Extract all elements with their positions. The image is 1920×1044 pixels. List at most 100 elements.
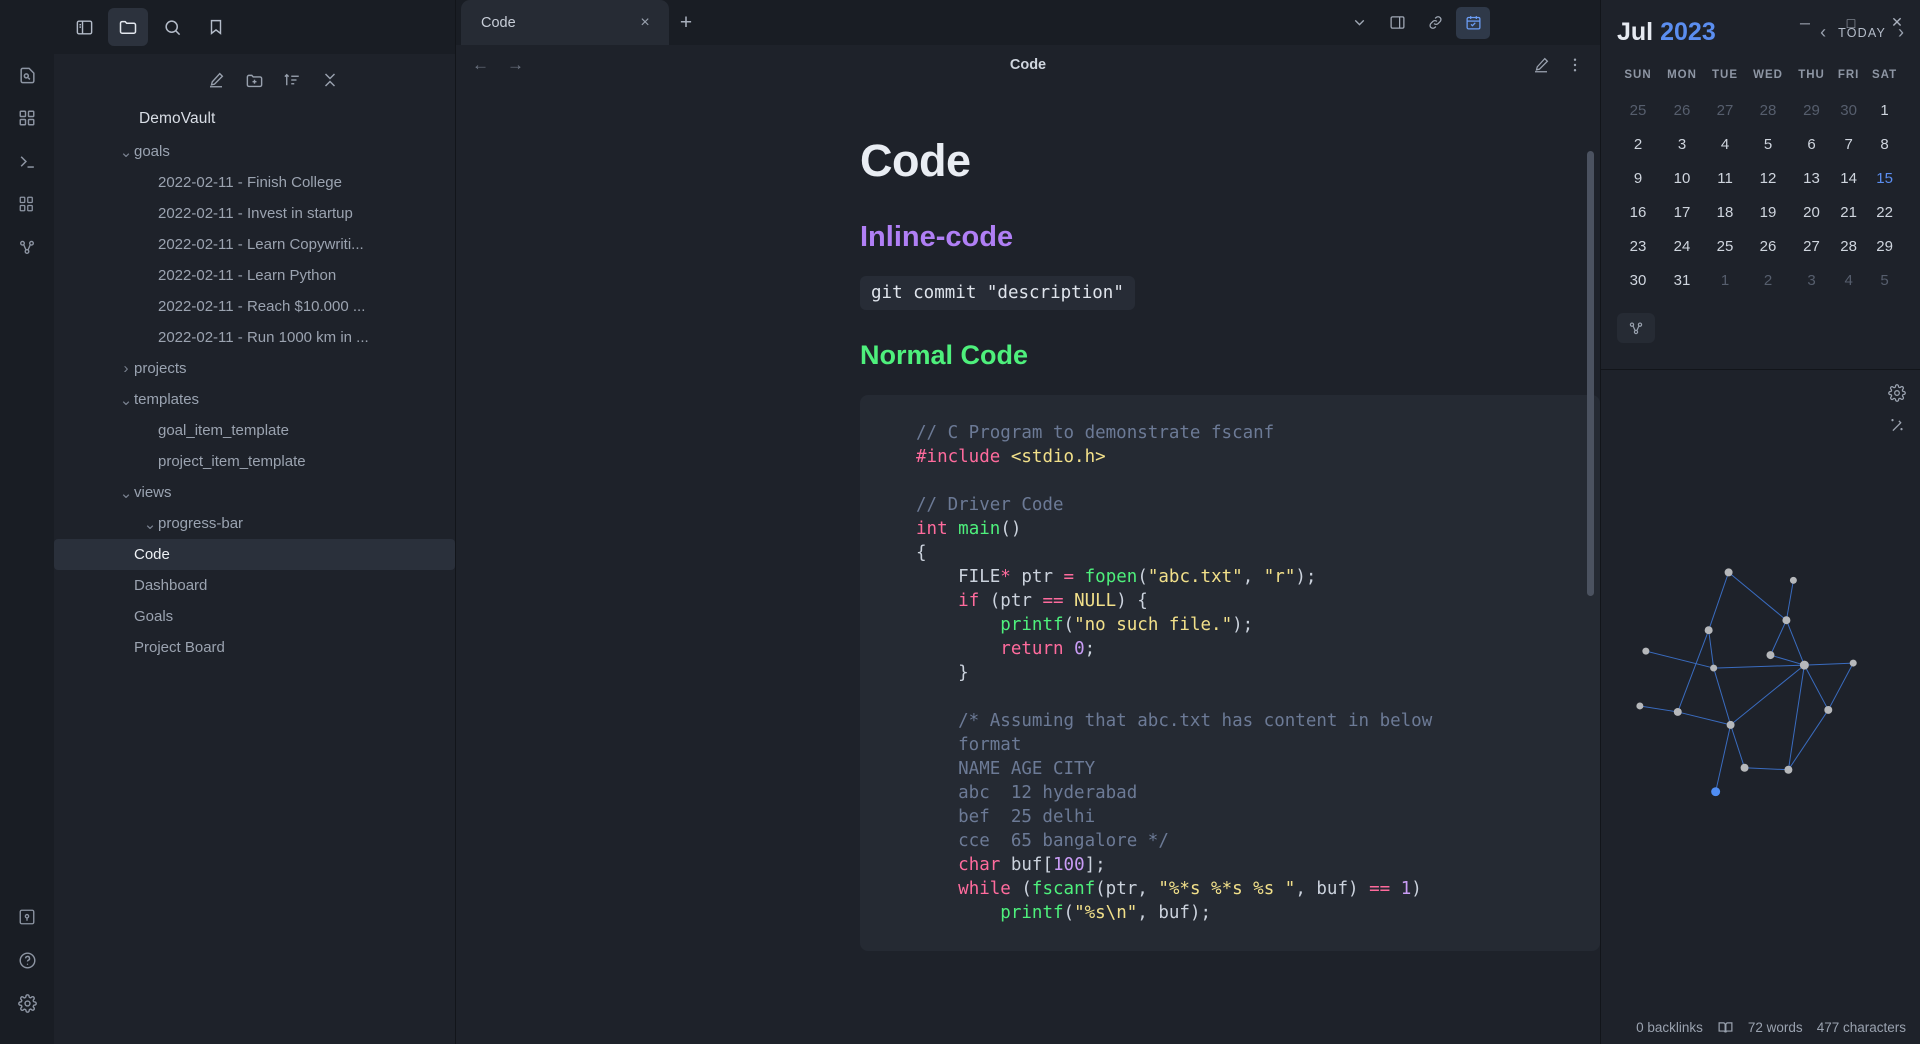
- grid-apps-icon[interactable]: [10, 101, 44, 135]
- pencil-icon[interactable]: [1532, 56, 1550, 74]
- calendar-day[interactable]: 4: [1832, 263, 1865, 297]
- tree-file-project-board[interactable]: Project Board: [54, 632, 455, 663]
- tree-file-goals[interactable]: Goals: [54, 601, 455, 632]
- tree-file-code[interactable]: Code: [54, 539, 455, 570]
- calendar-day[interactable]: 31: [1659, 263, 1705, 297]
- graph-node[interactable]: [1849, 659, 1857, 667]
- chevron-right-icon[interactable]: ›: [118, 360, 134, 377]
- search-icon[interactable]: [152, 8, 192, 46]
- graph-node[interactable]: [1782, 616, 1791, 625]
- new-folder-icon[interactable]: [241, 67, 267, 93]
- tree-file-2022-02-11-invest-in-startup[interactable]: 2022-02-11 - Invest in startup: [54, 198, 455, 229]
- tree-folder-templates[interactable]: ⌄ templates: [54, 384, 455, 415]
- tree-file-dashboard[interactable]: Dashboard: [54, 570, 455, 601]
- calendar-day[interactable]: 15: [1865, 161, 1904, 195]
- calendar-day[interactable]: 8: [1865, 127, 1904, 161]
- tree-folder-views[interactable]: ⌄ views: [54, 477, 455, 508]
- calendar-day[interactable]: 22: [1865, 195, 1904, 229]
- tree-file-goal-item-template[interactable]: goal_item_template: [54, 415, 455, 446]
- graph-node[interactable]: [1636, 702, 1644, 710]
- calendar-day[interactable]: 5: [1865, 263, 1904, 297]
- calendar-day[interactable]: 25: [1705, 229, 1745, 263]
- graph-node[interactable]: [1642, 647, 1650, 655]
- editor-scrollbar[interactable]: [1587, 151, 1594, 596]
- calendar-day[interactable]: 2: [1617, 127, 1659, 161]
- help-icon[interactable]: [10, 943, 44, 977]
- graph-node[interactable]: [1726, 720, 1735, 729]
- folder-icon[interactable]: [108, 8, 148, 46]
- calendar-day[interactable]: 14: [1832, 161, 1865, 195]
- tree-file-2022-02-11-learn-python[interactable]: 2022-02-11 - Learn Python: [54, 260, 455, 291]
- calendar-day[interactable]: 28: [1832, 229, 1865, 263]
- binary-icon[interactable]: [10, 187, 44, 221]
- close-icon[interactable]: ×: [635, 14, 655, 32]
- calendar-day[interactable]: 30: [1832, 93, 1865, 127]
- calendar-day[interactable]: 26: [1745, 229, 1791, 263]
- graph-node[interactable]: [1711, 787, 1721, 797]
- calendar-day[interactable]: 12: [1745, 161, 1791, 195]
- graph-icon[interactable]: [10, 230, 44, 264]
- link-icon[interactable]: [1418, 7, 1452, 39]
- calendar-month[interactable]: Jul: [1617, 18, 1653, 46]
- forward-button[interactable]: →: [507, 55, 524, 75]
- calendar-day[interactable]: 5: [1745, 127, 1791, 161]
- tab-code[interactable]: Code ×: [461, 0, 669, 45]
- tree-folder-goals[interactable]: ⌄ goals: [54, 136, 455, 167]
- calendar-day[interactable]: 20: [1791, 195, 1832, 229]
- calendar-day[interactable]: 11: [1705, 161, 1745, 195]
- graph-node[interactable]: [1799, 660, 1809, 670]
- calendar-day[interactable]: 10: [1659, 161, 1705, 195]
- calendar-day[interactable]: 23: [1617, 229, 1659, 263]
- close-button[interactable]: ✕: [1874, 0, 1920, 45]
- calendar-day[interactable]: 28: [1745, 93, 1791, 127]
- split-pane-icon[interactable]: [1380, 7, 1414, 39]
- chevron-down-icon[interactable]: [1342, 7, 1376, 39]
- graph-badge-icon[interactable]: [1617, 313, 1655, 343]
- calendar-day[interactable]: 30: [1617, 263, 1659, 297]
- calendar-icon[interactable]: [1456, 6, 1490, 39]
- tree-file-2022-02-11-run-1000-km-in-[interactable]: 2022-02-11 - Run 1000 km in ...: [54, 322, 455, 353]
- calendar-day[interactable]: 21: [1832, 195, 1865, 229]
- calendar-day[interactable]: 25: [1617, 93, 1659, 127]
- calendar-day[interactable]: 1: [1705, 263, 1745, 297]
- calendar-day[interactable]: 4: [1705, 127, 1745, 161]
- graph-node[interactable]: [1784, 765, 1793, 774]
- minimize-button[interactable]: ─: [1782, 0, 1828, 45]
- more-vertical-icon[interactable]: [1566, 56, 1584, 74]
- sort-icon[interactable]: [279, 67, 305, 93]
- tree-folder-projects[interactable]: › projects: [54, 353, 455, 384]
- graph-node[interactable]: [1710, 664, 1718, 672]
- calendar-day[interactable]: 3: [1659, 127, 1705, 161]
- bookmark-icon[interactable]: [196, 8, 236, 46]
- calendar-day[interactable]: 27: [1705, 93, 1745, 127]
- calendar-day[interactable]: 2: [1745, 263, 1791, 297]
- collapse-icon[interactable]: [317, 67, 343, 93]
- calendar-day[interactable]: 29: [1791, 93, 1832, 127]
- graph-node[interactable]: [1724, 568, 1733, 577]
- character-count[interactable]: 477 characters: [1817, 1020, 1906, 1035]
- settings-icon[interactable]: [10, 986, 44, 1020]
- graph-canvas[interactable]: [1601, 370, 1920, 1010]
- book-icon[interactable]: [1717, 1019, 1734, 1036]
- graph-node[interactable]: [1704, 626, 1713, 635]
- maximize-button[interactable]: □: [1828, 0, 1874, 45]
- calendar-day[interactable]: 26: [1659, 93, 1705, 127]
- backlinks-count[interactable]: 0 backlinks: [1636, 1020, 1703, 1035]
- graph-view[interactable]: [1601, 370, 1920, 1010]
- graph-node[interactable]: [1766, 651, 1775, 660]
- chevron-down-icon[interactable]: ⌄: [118, 143, 134, 161]
- calendar-day[interactable]: 16: [1617, 195, 1659, 229]
- calendar-day[interactable]: 13: [1791, 161, 1832, 195]
- chevron-down-icon[interactable]: ⌄: [142, 515, 158, 533]
- calendar-year[interactable]: 2023: [1660, 18, 1716, 46]
- tree-file-2022-02-11-reach-10-000-[interactable]: 2022-02-11 - Reach $10.000 ...: [54, 291, 455, 322]
- calendar-day[interactable]: 18: [1705, 195, 1745, 229]
- pin-icon[interactable]: [10, 900, 44, 934]
- chevron-down-icon[interactable]: ⌄: [118, 484, 134, 502]
- file-search-icon[interactable]: [10, 58, 44, 92]
- new-note-icon[interactable]: [203, 67, 229, 93]
- new-tab-button[interactable]: +: [669, 0, 703, 45]
- graph-node[interactable]: [1673, 707, 1682, 716]
- calendar-day[interactable]: 9: [1617, 161, 1659, 195]
- chevron-down-icon[interactable]: ⌄: [118, 391, 134, 409]
